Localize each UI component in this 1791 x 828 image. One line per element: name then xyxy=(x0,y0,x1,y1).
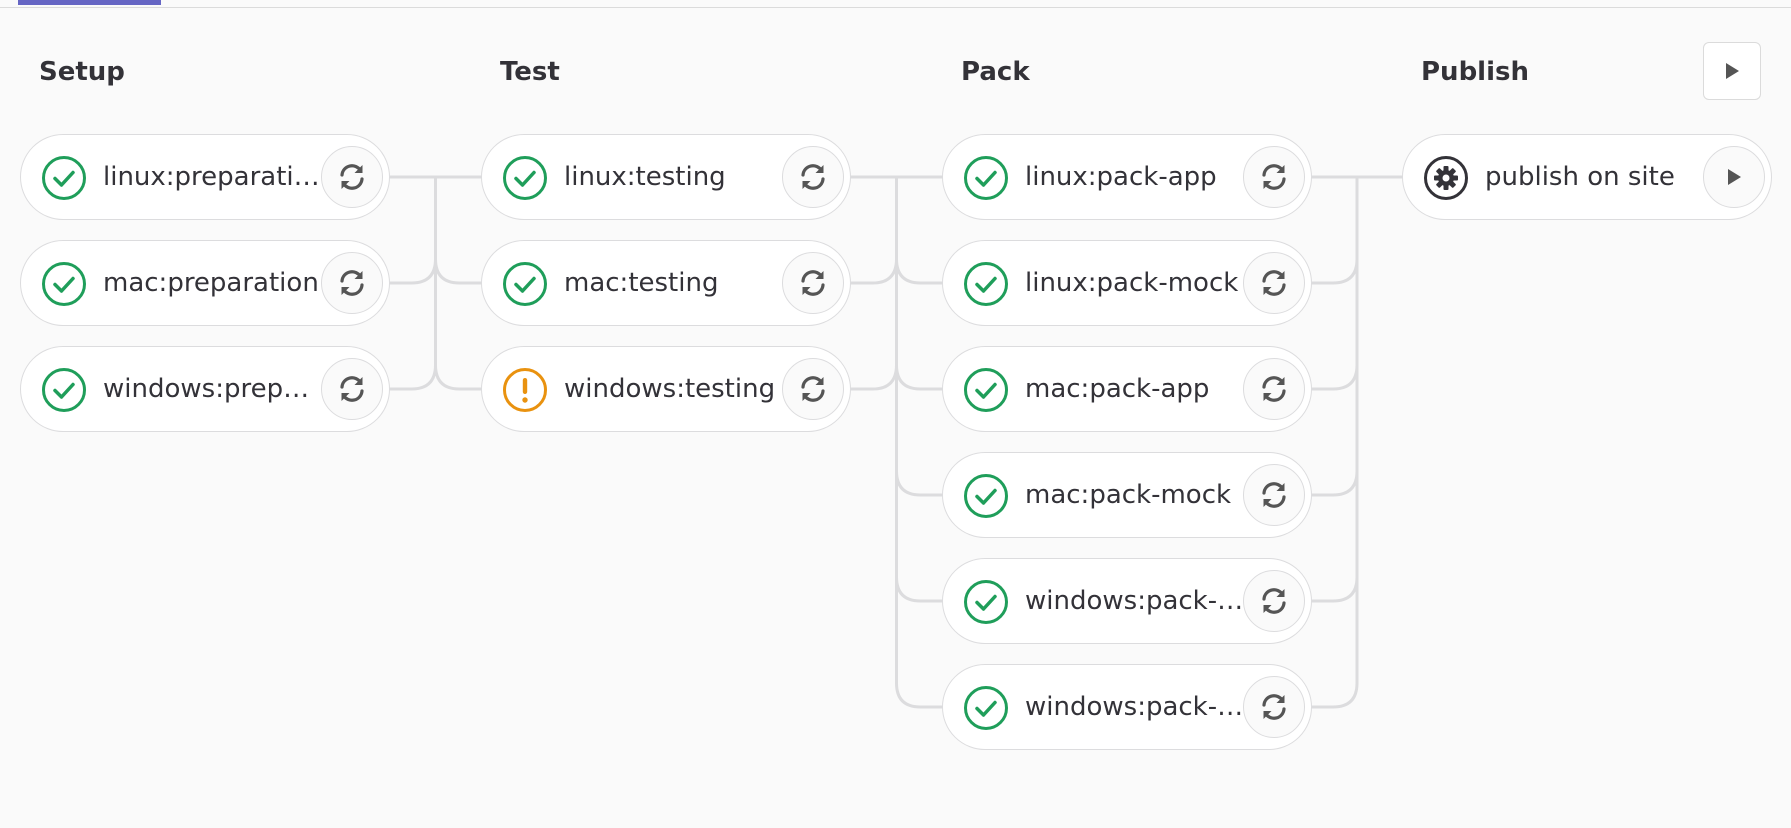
retry-icon xyxy=(796,372,830,406)
job-name: windows:pack-app xyxy=(1025,586,1247,616)
retry-icon xyxy=(335,372,369,406)
retry-icon xyxy=(1257,478,1291,512)
job-name: linux:testing xyxy=(564,162,726,192)
retry-icon xyxy=(1257,584,1291,618)
job-mac-pack-mock[interactable]: mac:pack-mock xyxy=(942,452,1312,538)
retry-job-button[interactable] xyxy=(782,252,844,314)
stage-title-publish: Publish xyxy=(1421,57,1529,87)
retry-job-button[interactable] xyxy=(782,358,844,420)
job-windows-pack-app[interactable]: windows:pack-app xyxy=(942,558,1312,644)
status-success-icon xyxy=(963,685,1009,731)
retry-job-button[interactable] xyxy=(1243,676,1305,738)
status-success-icon xyxy=(963,367,1009,413)
status-success-icon xyxy=(41,155,87,201)
job-name: windows:pack-mock xyxy=(1025,692,1247,722)
retry-icon xyxy=(1257,266,1291,300)
retry-icon xyxy=(1257,372,1291,406)
job-windows-pack-mock[interactable]: windows:pack-mock xyxy=(942,664,1312,750)
retry-job-button[interactable] xyxy=(1243,252,1305,314)
retry-icon xyxy=(796,160,830,194)
connector-line xyxy=(434,177,481,285)
status-success-icon xyxy=(963,261,1009,307)
job-linux-pack-mock[interactable]: linux:pack-mock xyxy=(942,240,1312,326)
job-name: mac:pack-app xyxy=(1025,374,1210,404)
connector-line xyxy=(851,177,898,285)
stage-title-pack: Pack xyxy=(961,57,1030,87)
job-linux-testing[interactable]: linux:testing xyxy=(481,134,851,220)
stage-title-setup: Setup xyxy=(39,57,125,87)
job-linux-preparation[interactable]: linux:preparation xyxy=(20,134,390,220)
retry-job-button[interactable] xyxy=(782,146,844,208)
job-name: mac:preparation xyxy=(103,268,319,298)
status-success-icon xyxy=(963,579,1009,625)
job-windows-preparation[interactable]: windows:preparation xyxy=(20,346,390,432)
job-windows-testing[interactable]: windows:testing xyxy=(481,346,851,432)
retry-icon xyxy=(1257,160,1291,194)
stage-play-all-button[interactable] xyxy=(1703,42,1761,100)
job-linux-pack-app[interactable]: linux:pack-app xyxy=(942,134,1312,220)
connector-line xyxy=(895,177,942,709)
play-job-button[interactable] xyxy=(1703,146,1765,208)
play-icon xyxy=(1726,63,1739,79)
status-success-icon xyxy=(502,261,548,307)
retry-job-button[interactable] xyxy=(1243,464,1305,526)
job-name: mac:pack-mock xyxy=(1025,480,1232,510)
tabs-bar-border xyxy=(0,0,1791,8)
job-name: publish on site xyxy=(1485,162,1675,192)
status-success-icon xyxy=(963,155,1009,201)
job-name: windows:testing xyxy=(564,374,776,404)
job-name: windows:preparation xyxy=(103,374,325,404)
connector-line xyxy=(895,177,942,497)
retry-job-button[interactable] xyxy=(321,146,383,208)
play-icon xyxy=(1726,168,1742,186)
retry-icon xyxy=(335,160,369,194)
status-success-icon xyxy=(41,367,87,413)
connector-line xyxy=(1312,177,1359,391)
retry-job-button[interactable] xyxy=(1243,146,1305,208)
retry-icon xyxy=(1257,690,1291,724)
retry-icon xyxy=(796,266,830,300)
connector-line xyxy=(1312,177,1359,285)
connector-line xyxy=(1312,177,1359,603)
connector-line xyxy=(390,177,437,391)
job-name: linux:pack-mock xyxy=(1025,268,1239,298)
connector-line xyxy=(895,177,942,285)
status-manual-gear-icon xyxy=(1423,155,1469,201)
connector-line xyxy=(1312,177,1359,497)
connector-line xyxy=(390,177,437,285)
job-mac-pack-app[interactable]: mac:pack-app xyxy=(942,346,1312,432)
connector-line xyxy=(434,177,481,391)
job-name: linux:pack-app xyxy=(1025,162,1217,192)
retry-job-button[interactable] xyxy=(1243,358,1305,420)
retry-icon xyxy=(335,266,369,300)
retry-job-button[interactable] xyxy=(1243,570,1305,632)
retry-job-button[interactable] xyxy=(321,358,383,420)
active-tab-indicator xyxy=(18,0,161,5)
connector-line xyxy=(895,177,942,603)
connector-line xyxy=(895,177,942,391)
status-success-icon xyxy=(963,473,1009,519)
job-mac-testing[interactable]: mac:testing xyxy=(481,240,851,326)
job-mac-preparation[interactable]: mac:preparation xyxy=(20,240,390,326)
retry-job-button[interactable] xyxy=(321,252,383,314)
status-success-icon xyxy=(41,261,87,307)
status-success-icon xyxy=(502,155,548,201)
job-name: linux:preparation xyxy=(103,162,325,192)
connector-line xyxy=(851,177,898,391)
job-publish-on-site[interactable]: publish on site xyxy=(1402,134,1772,220)
stage-title-test: Test xyxy=(500,57,560,87)
status-warning-icon xyxy=(502,367,548,413)
job-name: mac:testing xyxy=(564,268,719,298)
connector-line xyxy=(1312,177,1359,709)
